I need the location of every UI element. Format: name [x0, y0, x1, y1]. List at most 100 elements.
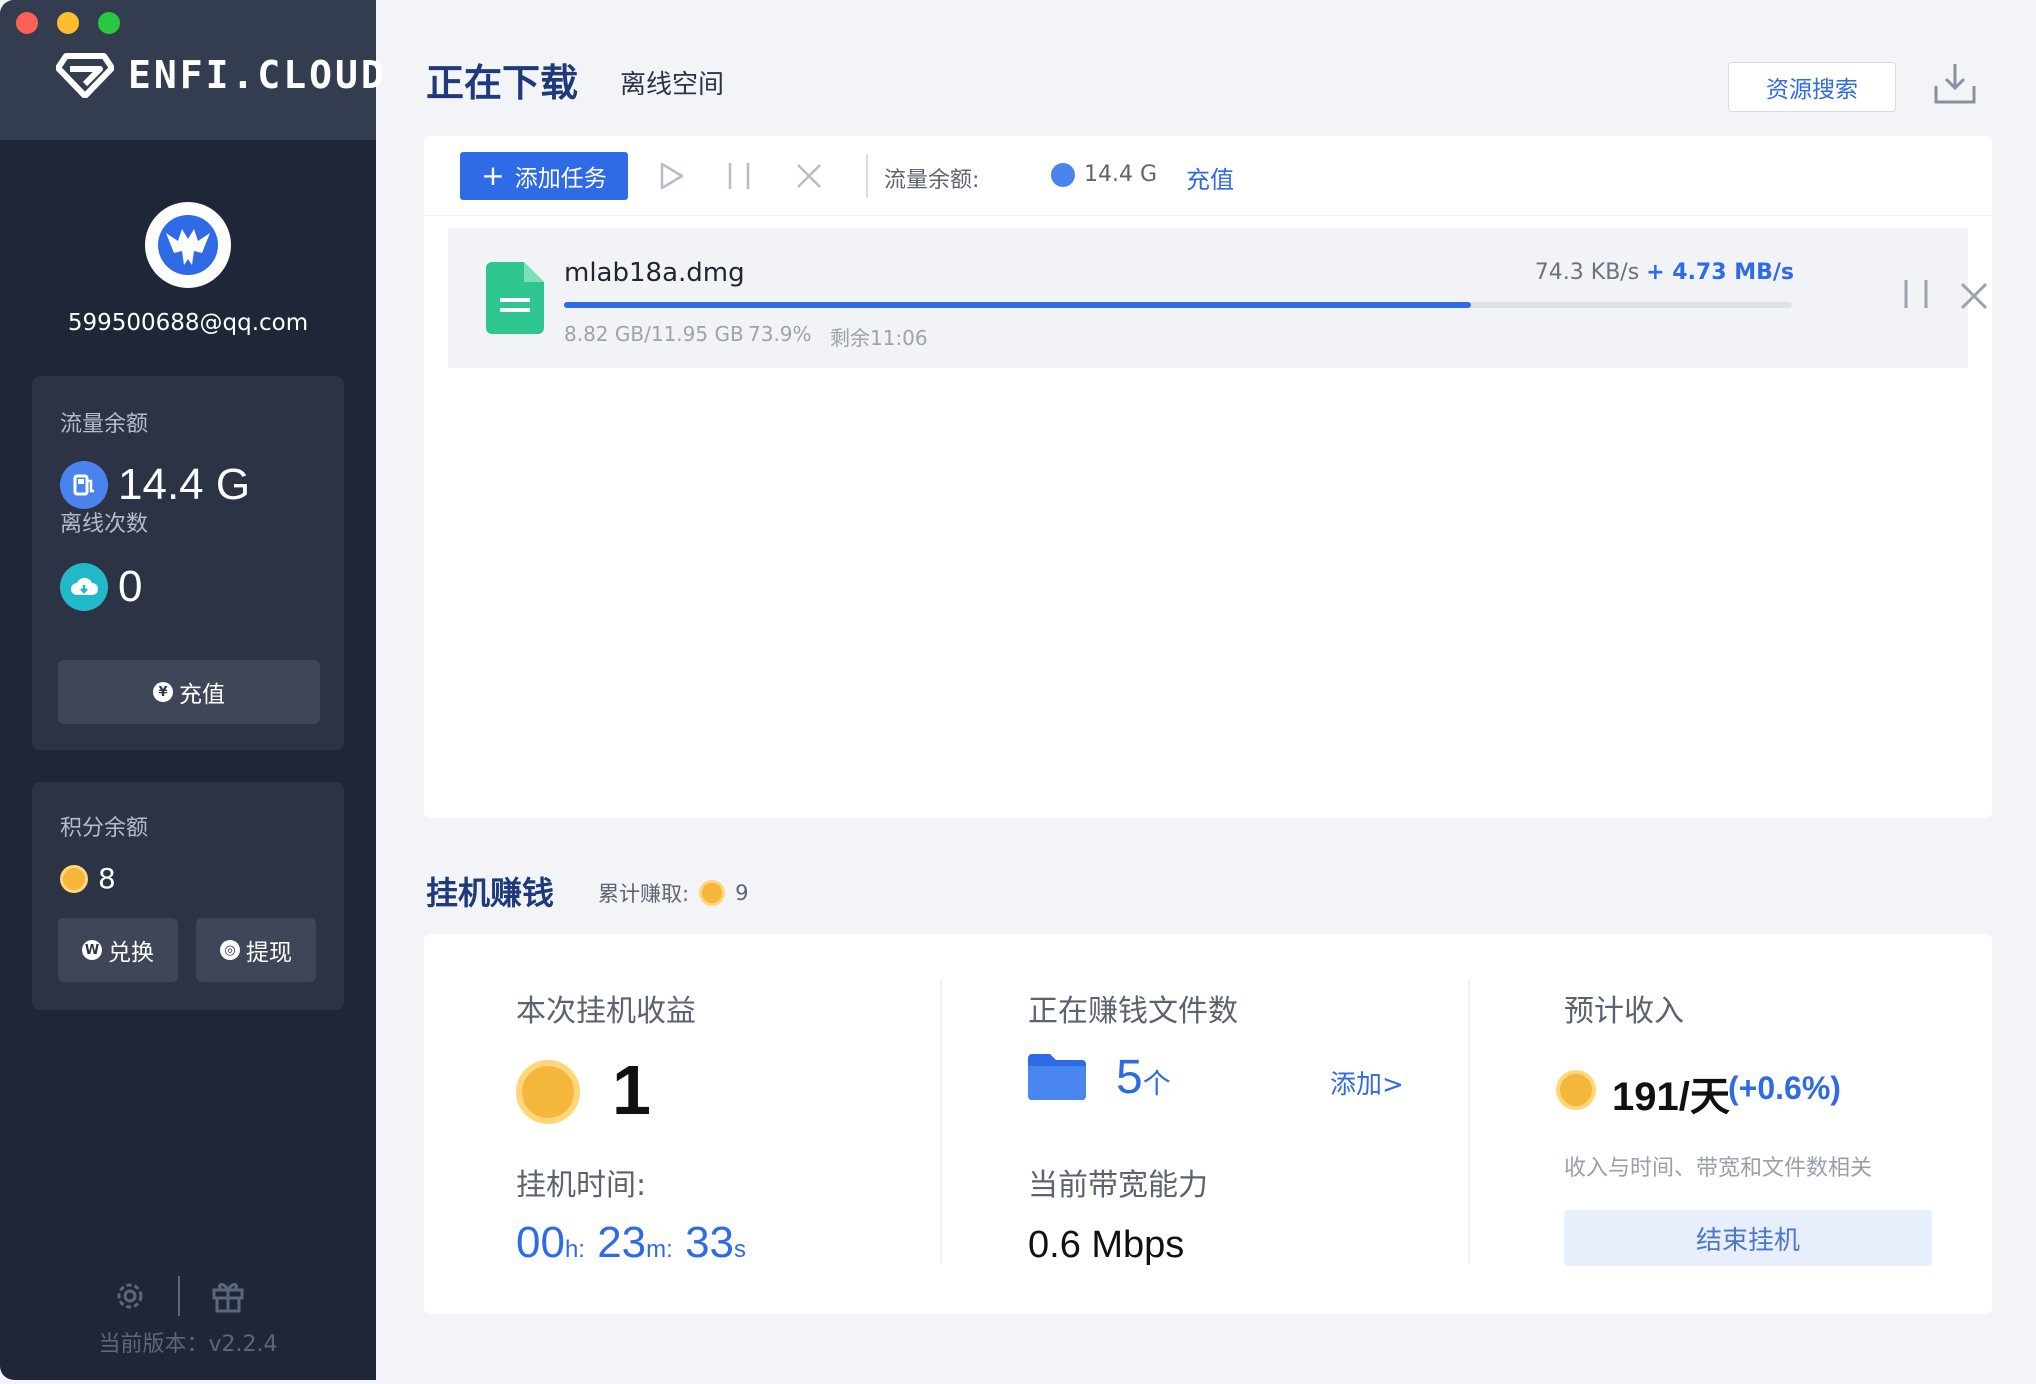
idle-timer: 00h: 23m: 33s	[516, 1218, 746, 1268]
fuel-icon	[60, 461, 108, 509]
tab-downloading[interactable]: 正在下载	[426, 52, 578, 107]
earning-files-unit: 个	[1142, 1068, 1171, 1099]
download-panel: + 添加任务 流量余额: 14.4 G 充值 mlab18a.dmg 74.3 …	[424, 136, 1992, 818]
timer-minutes-unit: m:	[646, 1236, 673, 1263]
balance-card: 流量余额 14.4 G 离线次数 0 ¥ 充值	[32, 376, 344, 750]
timer-hours: 00	[516, 1218, 565, 1267]
withdraw-icon: ◎	[220, 940, 240, 960]
progress-fill	[564, 302, 1472, 308]
download-speed: 74.3 KB/s + 4.73 MB/s	[1535, 260, 1794, 285]
version-text: 当前版本：v2.2.4	[98, 1332, 278, 1357]
points-card: 积分余额 8 W 兑换 ◎ 提现	[32, 782, 344, 1010]
logo-text: ENFI.CLOUD	[128, 53, 387, 97]
sidebar: ENFI.CLOUD 599500688@qq.com 流量余额 14.4 G …	[0, 0, 384, 1380]
offline-count: 0	[60, 562, 142, 612]
diamond-logo-icon	[56, 53, 114, 98]
percent-complete: 73.9%	[748, 322, 812, 346]
estimated-income-value: 191/天	[1612, 1075, 1730, 1119]
coin-icon	[1556, 1070, 1596, 1110]
gift-icon[interactable]	[210, 1278, 246, 1314]
coin-icon	[699, 880, 726, 906]
earning-files-count: 5个	[1116, 1050, 1171, 1105]
file-size-progress: 8.82 GB/11.95 GB	[564, 322, 744, 346]
earn-total-value: 9	[735, 881, 749, 905]
earn-total: 累计赚取: 9	[598, 878, 748, 908]
base-speed: 74.3 KB/s	[1534, 260, 1640, 285]
app-logo: ENFI.CLOUD	[56, 52, 387, 98]
withdraw-label: 提现	[246, 940, 292, 966]
add-task-button[interactable]: + 添加任务	[460, 152, 628, 200]
fuel-small-icon	[1051, 163, 1075, 187]
window-close-button[interactable]	[16, 12, 38, 34]
exchange-label: 兑换	[108, 940, 154, 966]
task-pause-icon[interactable]	[1900, 276, 1932, 312]
estimated-income-label: 预计收入	[1564, 994, 1684, 1029]
sidebar-recharge-button[interactable]: ¥ 充值	[58, 660, 320, 724]
play-icon[interactable]	[656, 160, 686, 192]
main-content: 正在下载 离线空间 资源搜索 + 添加任务 流量余额: 14.4 G 充值 ml…	[376, 0, 2036, 1384]
bandwidth-value: 0.6 Mbps	[1028, 1224, 1185, 1266]
column-divider	[940, 980, 942, 1264]
coin-icon	[60, 864, 88, 893]
earn-panel: 本次挂机收益 1 挂机时间: 00h: 23m: 33s 正在赚钱文件数 5个 …	[424, 934, 1992, 1314]
progress-track	[564, 302, 1792, 308]
plus-icon: +	[481, 159, 505, 192]
toolbar-traffic-value: 14.4 G	[1084, 162, 1158, 187]
traffic-balance-value: 14.4 G	[118, 460, 251, 509]
traffic-balance: 14.4 G	[60, 460, 250, 510]
avatar[interactable]	[145, 202, 231, 288]
earning-files-value: 5	[1116, 1051, 1143, 1104]
task-close-icon[interactable]	[1958, 280, 1990, 312]
pause-icon[interactable]	[724, 160, 754, 192]
cloud-icon	[60, 563, 108, 611]
offline-count-value: 0	[118, 562, 143, 611]
footer-divider	[178, 1276, 180, 1316]
tab-offline-space[interactable]: 离线空间	[620, 64, 724, 101]
user-email: 599500688@qq.com	[67, 310, 309, 336]
window-minimize-button[interactable]	[57, 12, 79, 34]
exchange-button[interactable]: W 兑换	[58, 918, 178, 982]
boost-speed: + 4.73 MB/s	[1646, 260, 1794, 285]
toolbar-traffic-label: 流量余额:	[884, 168, 980, 193]
timer-hours-unit: h:	[564, 1236, 585, 1263]
yuan-icon: ¥	[153, 682, 173, 702]
sidebar-header: ENFI.CLOUD	[0, 0, 384, 140]
settings-gear-icon[interactable]	[112, 1278, 148, 1314]
earning-files-label: 正在赚钱文件数	[1028, 994, 1238, 1029]
earn-total-label: 累计赚取:	[598, 882, 690, 906]
window-zoom-button[interactable]	[98, 12, 120, 34]
estimated-income-note: 收入与时间、带宽和文件数相关	[1564, 1156, 1873, 1181]
toolbar-recharge-link[interactable]: 充值	[1186, 160, 1234, 195]
download-toolbar: + 添加任务 流量余额: 14.4 G 充值	[424, 136, 1992, 216]
download-tray-icon[interactable]	[1932, 60, 1978, 106]
file-name: mlab18a.dmg	[564, 258, 745, 288]
sidebar-recharge-label: 充值	[179, 682, 225, 708]
folder-icon	[1028, 1054, 1086, 1100]
eagle-avatar-icon	[158, 215, 218, 275]
estimated-income-change: (+0.6%)	[1728, 1070, 1841, 1106]
resource-search-button[interactable]: 资源搜索	[1728, 62, 1896, 112]
time-remaining: 剩余11:06	[830, 326, 928, 350]
points-balance-label: 积分余额	[60, 816, 149, 841]
session-earnings-label: 本次挂机收益	[516, 994, 696, 1029]
add-task-label: 添加任务	[514, 166, 607, 192]
toolbar-divider	[866, 154, 868, 198]
document-file-icon	[486, 262, 544, 334]
session-earnings-value: 1	[612, 1051, 651, 1129]
offline-count-label: 离线次数	[60, 512, 149, 537]
idle-time-label: 挂机时间:	[516, 1168, 647, 1203]
withdraw-button[interactable]: ◎ 提现	[196, 918, 316, 982]
coin-large-icon	[516, 1060, 580, 1124]
stop-idle-button[interactable]: 结束挂机	[1564, 1210, 1932, 1266]
coin-exchange-icon: W	[82, 940, 102, 960]
traffic-balance-label: 流量余额	[60, 412, 149, 437]
timer-seconds-unit: s	[734, 1236, 747, 1263]
download-task-row[interactable]: mlab18a.dmg 74.3 KB/s + 4.73 MB/s 8.82 G…	[448, 228, 1988, 368]
timer-seconds: 33	[685, 1218, 735, 1267]
delete-icon[interactable]	[794, 160, 824, 192]
add-files-link[interactable]: 添加>	[1330, 1064, 1404, 1101]
points-balance-value: 8	[98, 862, 116, 895]
earn-section-title: 挂机赚钱	[426, 874, 555, 912]
timer-minutes: 23	[597, 1218, 647, 1267]
column-divider	[1468, 980, 1470, 1264]
